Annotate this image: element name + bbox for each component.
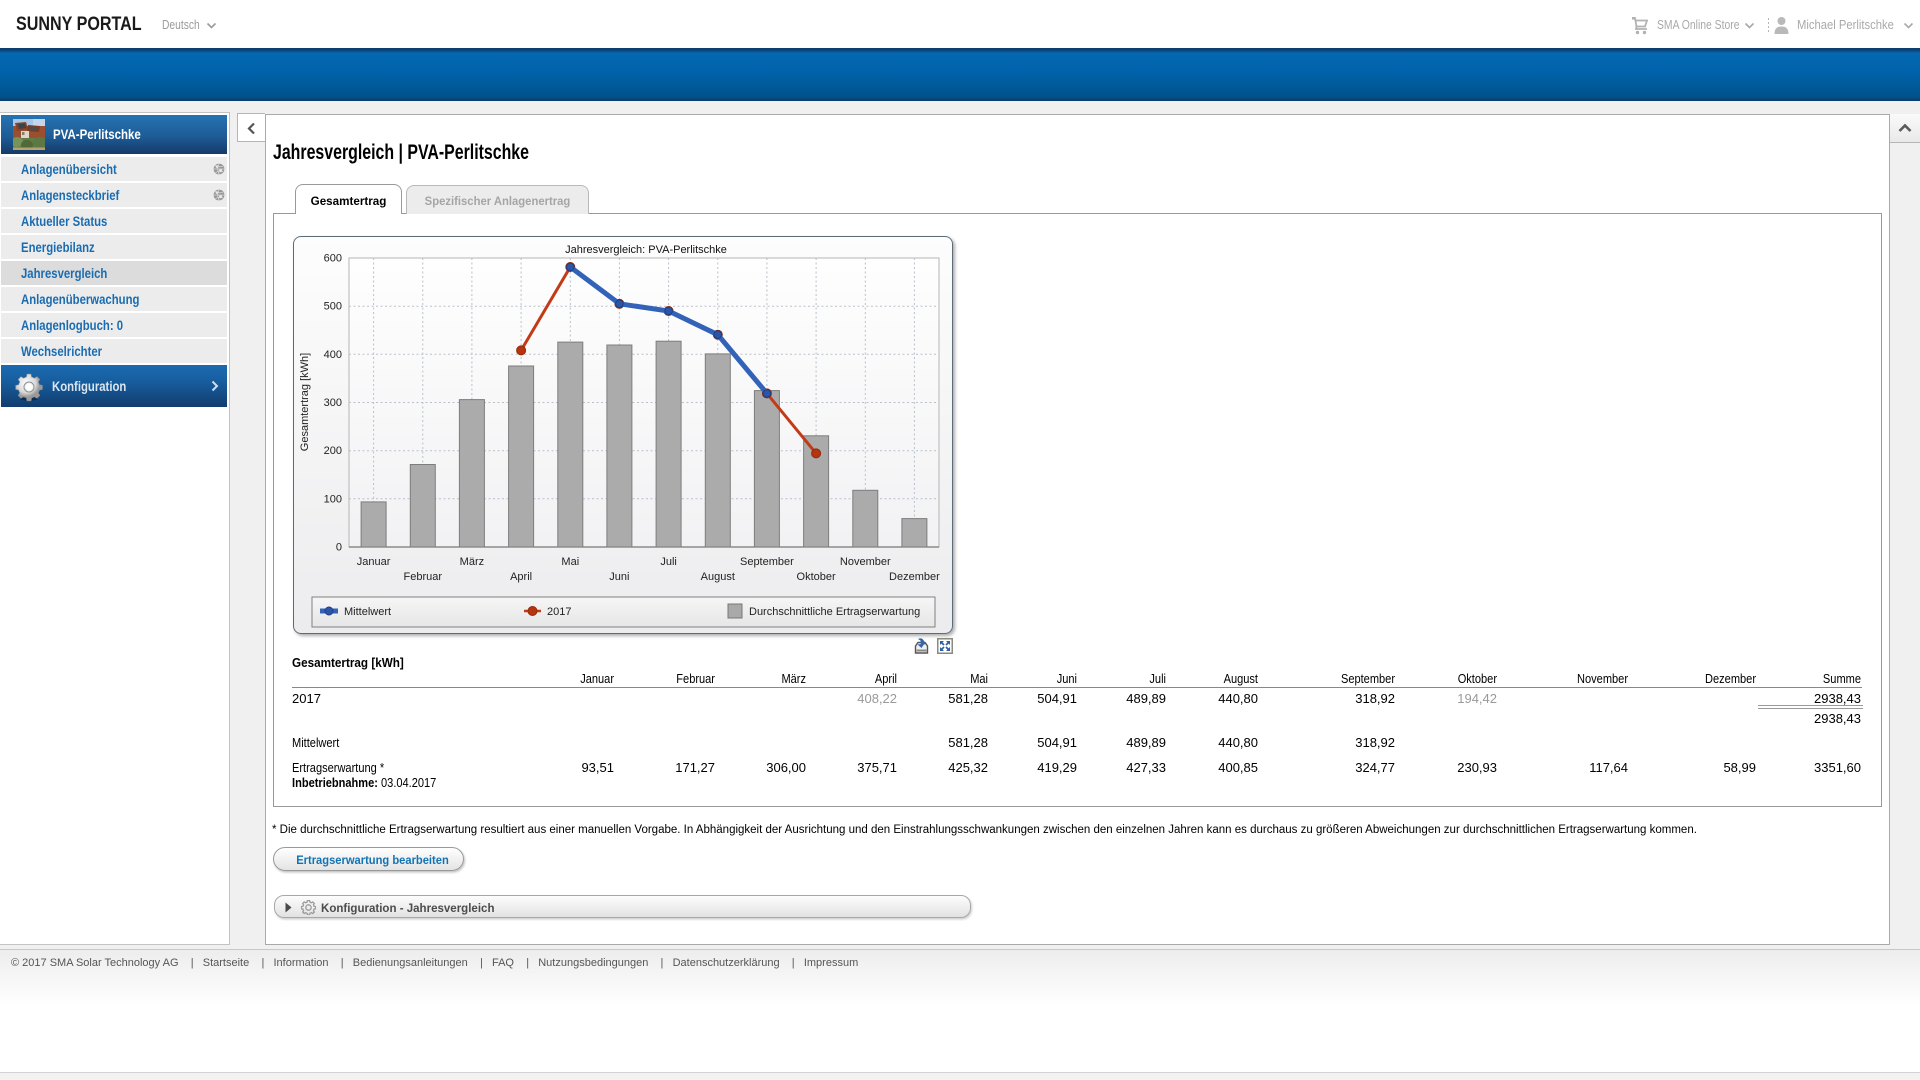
svg-text:Mittelwert: Mittelwert [344, 606, 391, 618]
svg-text:0: 0 [336, 542, 342, 554]
svg-text:Durchschnittliche Ertragserwar: Durchschnittliche Ertragserwartung [749, 606, 920, 618]
svg-text:600: 600 [324, 253, 342, 265]
svg-text:2017: 2017 [547, 606, 571, 618]
svg-text:Dezember: Dezember [889, 571, 940, 583]
svg-text:400: 400 [324, 349, 342, 361]
svg-text:Februar: Februar [404, 571, 443, 583]
svg-text:100: 100 [324, 493, 342, 505]
svg-text:500: 500 [324, 301, 342, 313]
svg-text:Juli: Juli [660, 556, 677, 568]
svg-text:September: September [740, 556, 794, 568]
svg-text:November: November [840, 556, 891, 568]
svg-text:Mai: Mai [561, 556, 579, 568]
svg-text:Oktober: Oktober [797, 571, 836, 583]
svg-text:Jahresvergleich: PVA-Perlitsch: Jahresvergleich: PVA-Perlitschke [565, 244, 727, 256]
svg-text:Gesamtertrag [kWh]: Gesamtertrag [kWh] [299, 353, 311, 451]
svg-text:Juni: Juni [609, 571, 629, 583]
svg-text:März: März [460, 556, 484, 568]
svg-text:Januar: Januar [357, 556, 391, 568]
svg-text:200: 200 [324, 445, 342, 457]
svg-text:August: August [701, 571, 735, 583]
svg-text:300: 300 [324, 397, 342, 409]
svg-text:April: April [510, 571, 532, 583]
